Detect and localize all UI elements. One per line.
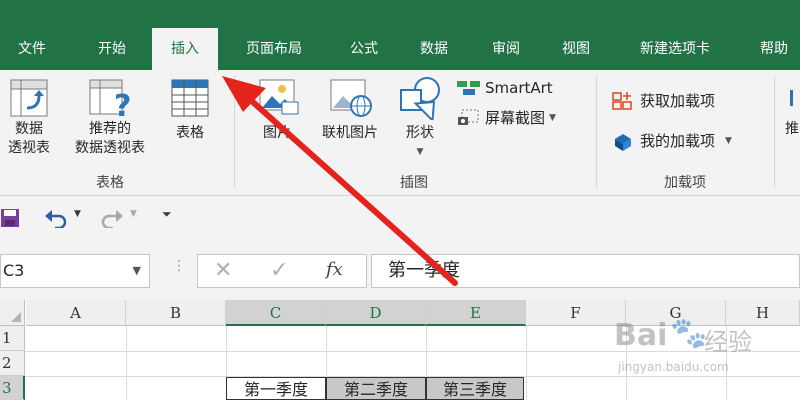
redo-icon[interactable] xyxy=(100,208,124,228)
table-button[interactable]: 表格 xyxy=(162,76,218,143)
tab-review[interactable]: 审阅 xyxy=(478,28,534,70)
tab-data[interactable]: 数据 xyxy=(405,28,463,70)
smartart-icon xyxy=(457,81,480,95)
get-addins-label: 获取加载项 xyxy=(640,92,716,110)
group-label-addins: 加载项 xyxy=(664,175,706,191)
row-header-3[interactable]: 3 xyxy=(0,376,25,400)
picture-icon xyxy=(259,79,299,115)
name-box-value: C3 xyxy=(3,261,25,280)
online-pictures-button[interactable]: 联机图片 xyxy=(310,76,390,143)
screenshot-dropdown-icon: ▼ xyxy=(549,112,556,123)
tab-file[interactable]: 文件 xyxy=(10,28,54,70)
baidu-watermark: Bai 🐾 经验 jingyan.baidu.com xyxy=(614,316,764,380)
column-header-e[interactable]: E xyxy=(426,300,526,326)
my-addins-dropdown-icon: ▼ xyxy=(725,135,732,146)
group-separator xyxy=(234,76,235,188)
column-header-b[interactable]: B xyxy=(126,300,226,326)
watermark-brand: Bai xyxy=(614,318,668,353)
cancel-icon[interactable]: ✕ xyxy=(214,258,232,283)
name-box[interactable]: C3 ▼ xyxy=(0,254,150,288)
undo-icon[interactable] xyxy=(44,208,68,228)
tab-formulas[interactable]: 公式 xyxy=(336,28,392,70)
row-header-1[interactable]: 1 xyxy=(0,326,25,351)
chart-icon xyxy=(790,90,793,106)
quick-access-toolbar: ▼ ▼ ⏷ xyxy=(0,196,800,242)
group-label-illustrations: 插图 xyxy=(400,175,428,191)
tab-page-layout[interactable]: 页面布局 xyxy=(234,28,314,70)
formula-input[interactable]: 第一季度 xyxy=(371,254,800,288)
watermark-brand-2: 经验 xyxy=(704,328,752,356)
tab-new-tab[interactable]: 新建选项卡 xyxy=(620,28,730,70)
screenshot-label: 屏幕截图 xyxy=(485,109,546,127)
column-header-a[interactable]: A xyxy=(26,300,126,326)
screenshot-button[interactable]: 屏幕截图 ▼ xyxy=(456,107,556,128)
screenshot-icon xyxy=(458,109,479,125)
store-icon xyxy=(612,91,632,110)
online-pictures-label: 联机图片 xyxy=(322,125,378,141)
paw-icon: 🐾 xyxy=(670,316,708,351)
tab-view[interactable]: 视图 xyxy=(546,28,606,70)
pivot-table-label-2: 透视表 xyxy=(8,140,50,156)
enter-check-icon[interactable]: ✓ xyxy=(270,258,288,283)
table-label: 表格 xyxy=(176,125,204,141)
online-picture-icon xyxy=(330,79,372,117)
smartart-button[interactable]: SmartArt xyxy=(456,79,553,97)
group-separator xyxy=(596,76,597,188)
cell-e3[interactable]: 第三季度 xyxy=(426,377,524,400)
tab-insert[interactable]: 插入 xyxy=(152,28,218,70)
shapes-label: 形状 xyxy=(406,125,434,141)
cell-d3[interactable]: 第二季度 xyxy=(326,377,426,400)
column-header-d[interactable]: D xyxy=(326,300,426,326)
recommended-pivot-icon: ? xyxy=(89,79,131,120)
pictures-button[interactable]: 图片 xyxy=(246,76,308,143)
select-all-corner[interactable] xyxy=(0,300,25,326)
grid-line xyxy=(526,326,527,400)
recommended-pivot-label-1: 推荐的 xyxy=(89,121,131,137)
get-addins-button[interactable]: 获取加载项 xyxy=(612,90,715,111)
group-separator xyxy=(774,76,775,188)
ribbon-tab-bar: 文件 开始 插入 页面布局 公式 数据 审阅 视图 新建选项卡 帮助 xyxy=(0,0,800,70)
recommended-charts-button[interactable]: 推 xyxy=(784,90,800,139)
smartart-label: SmartArt xyxy=(485,79,553,97)
formula-bar-area: C3 ▼ ⋮ ✕ ✓ fx 第一季度 xyxy=(0,242,800,300)
table-icon xyxy=(171,79,209,117)
my-addins-button[interactable]: 我的加载项 ▼ xyxy=(612,130,732,151)
svg-text:?: ? xyxy=(114,89,131,120)
save-icon[interactable] xyxy=(0,208,20,228)
pivot-table-button[interactable]: 数据 透视表 xyxy=(0,76,58,158)
recommended-charts-label: 推 xyxy=(785,121,799,137)
column-header-f[interactable]: F xyxy=(526,300,626,326)
column-header-c[interactable]: C xyxy=(226,300,326,326)
tab-home[interactable]: 开始 xyxy=(86,28,138,70)
my-addins-icon xyxy=(615,133,631,151)
shapes-button[interactable]: 形状 ▼ xyxy=(392,76,448,162)
ribbon-insert: 数据 透视表 ? 推荐的 数据透视表 表格 表格 图片 联机图片 形状 ▼ Sm… xyxy=(0,70,800,196)
recommended-pivot-button[interactable]: ? 推荐的 数据透视表 xyxy=(62,76,158,158)
pivot-table-icon xyxy=(10,79,48,117)
shapes-dropdown-icon: ▼ xyxy=(416,147,424,157)
pictures-label: 图片 xyxy=(263,125,291,141)
insert-function-icon[interactable]: fx xyxy=(326,259,343,280)
tab-help[interactable]: 帮助 xyxy=(748,28,800,70)
grid-line xyxy=(126,326,127,400)
recommended-pivot-label-2: 数据透视表 xyxy=(75,140,145,156)
customize-qat-icon[interactable]: ⏷ xyxy=(162,207,172,222)
name-box-dropdown-icon[interactable]: ▼ xyxy=(133,255,141,287)
cell-c3[interactable]: 第一季度 xyxy=(226,377,326,400)
watermark-url: jingyan.baidu.com xyxy=(618,360,729,374)
formula-buttons: ✕ ✓ fx xyxy=(197,254,367,288)
my-addins-label: 我的加载项 xyxy=(640,132,716,150)
splitter-dots-icon[interactable]: ⋮ xyxy=(172,259,186,273)
row-header-2[interactable]: 2 xyxy=(0,351,25,376)
shapes-icon xyxy=(400,77,440,120)
pivot-table-label-1: 数据 xyxy=(15,121,43,137)
redo-dropdown-icon[interactable]: ▼ xyxy=(130,209,137,219)
group-label-tables: 表格 xyxy=(96,175,124,191)
undo-dropdown-icon[interactable]: ▼ xyxy=(74,209,81,219)
